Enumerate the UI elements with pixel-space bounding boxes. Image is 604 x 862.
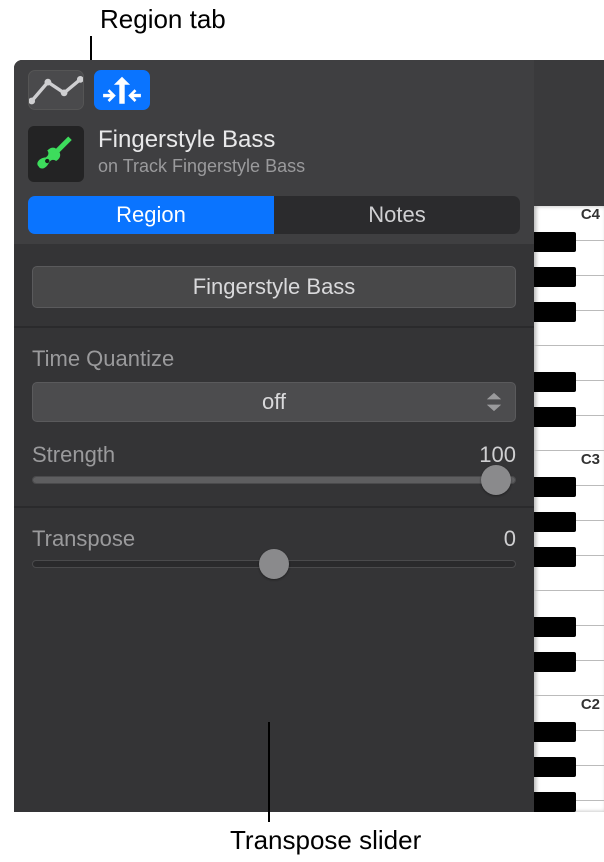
inspector-tabs: Region Notes xyxy=(14,192,534,244)
automation-toggle-button[interactable] xyxy=(28,70,84,110)
region-name-field[interactable]: Fingerstyle Bass xyxy=(32,266,516,308)
transpose-slider[interactable] xyxy=(32,560,516,568)
catch-playhead-button[interactable] xyxy=(94,70,150,110)
annotation-line xyxy=(268,722,270,822)
guitar-icon xyxy=(35,133,77,175)
transpose-slider-thumb[interactable] xyxy=(259,549,289,579)
tab-region[interactable]: Region xyxy=(28,196,274,234)
time-quantize-label: Time Quantize xyxy=(32,346,516,372)
strength-slider-thumb[interactable] xyxy=(481,465,511,495)
inspector-body: Fingerstyle Bass Time Quantize off Stren… xyxy=(14,244,534,812)
strength-label: Strength xyxy=(32,442,115,468)
piano-black-key[interactable] xyxy=(534,302,576,322)
transpose-value: 0 xyxy=(504,526,516,552)
piano-black-key[interactable] xyxy=(534,477,576,497)
piano-black-key[interactable] xyxy=(534,652,576,672)
transpose-section: Transpose 0 xyxy=(14,506,534,590)
piano-black-key[interactable] xyxy=(534,617,576,637)
region-name-section: Fingerstyle Bass xyxy=(14,244,534,326)
piano-black-key[interactable] xyxy=(534,512,576,532)
catch-icon xyxy=(95,74,149,106)
piano-black-key[interactable] xyxy=(534,407,576,427)
region-header: Fingerstyle Bass on Track Fingerstyle Ba… xyxy=(14,118,534,192)
key-label: C2 xyxy=(581,696,600,713)
inspector-content: Fingerstyle Bass on Track Fingerstyle Ba… xyxy=(14,60,534,812)
time-quantize-dropdown[interactable]: off xyxy=(32,382,516,422)
annotation-transpose-slider: Transpose slider xyxy=(230,825,421,856)
piano-black-key[interactable] xyxy=(534,547,576,567)
piano-black-key[interactable] xyxy=(534,232,576,252)
key-label: C4 xyxy=(581,206,600,223)
strength-slider[interactable] xyxy=(32,476,516,484)
piano-black-key[interactable] xyxy=(534,757,576,777)
automation-icon xyxy=(29,74,83,106)
instrument-subtitle: on Track Fingerstyle Bass xyxy=(98,156,520,177)
annotation-region-tab: Region tab xyxy=(100,4,226,35)
piano-black-key[interactable] xyxy=(534,372,576,392)
tab-notes[interactable]: Notes xyxy=(274,196,520,234)
instrument-text: Fingerstyle Bass on Track Fingerstyle Ba… xyxy=(98,126,520,177)
transpose-label: Transpose xyxy=(32,526,135,552)
piano-black-key[interactable] xyxy=(534,267,576,287)
piano-keyboard[interactable]: C4 C3 C2 xyxy=(534,206,604,812)
instrument-title: Fingerstyle Bass xyxy=(98,126,520,154)
toolbar xyxy=(14,60,534,118)
piano-black-key[interactable] xyxy=(534,792,576,812)
instrument-icon xyxy=(28,126,84,182)
strength-value: 100 xyxy=(479,442,516,468)
piano-black-key[interactable] xyxy=(534,722,576,742)
time-quantize-section: Time Quantize off Strength 100 xyxy=(14,326,534,506)
key-label: C3 xyxy=(581,451,600,468)
inspector-panel: Fingerstyle Bass on Track Fingerstyle Ba… xyxy=(14,60,604,812)
strength-row: Strength 100 xyxy=(32,442,516,468)
